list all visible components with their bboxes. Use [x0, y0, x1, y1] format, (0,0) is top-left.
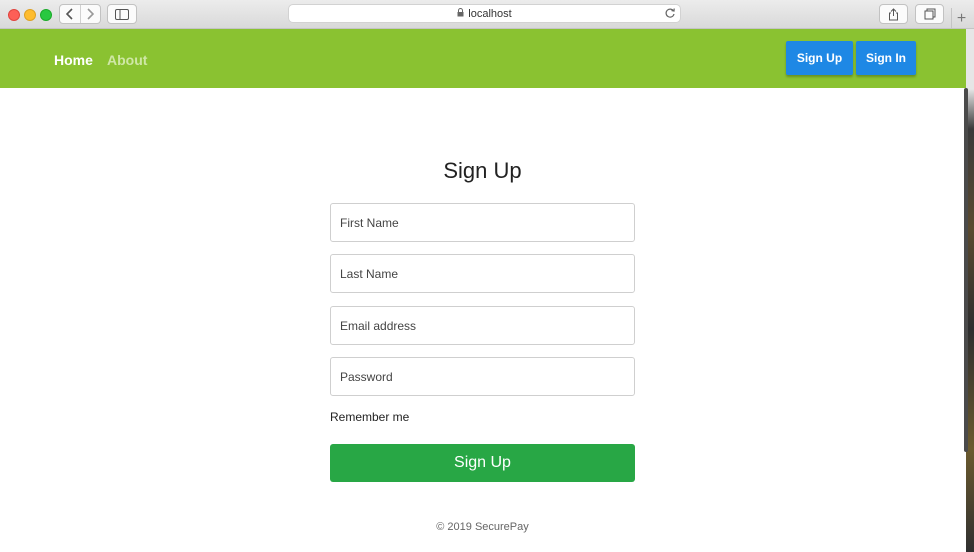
share-icon [889, 7, 898, 20]
sidebar-icon [115, 8, 129, 20]
first-name-field[interactable] [330, 203, 635, 242]
back-button[interactable] [60, 5, 80, 23]
minimize-window-icon[interactable] [24, 9, 36, 21]
site-navbar: Home About Sign Up Sign In [0, 29, 966, 88]
password-field[interactable] [330, 357, 635, 396]
forward-button[interactable] [79, 5, 101, 23]
url-text: localhost [468, 7, 512, 20]
email-field[interactable] [330, 306, 635, 345]
browser-titlebar: localhost + [0, 0, 974, 29]
address-bar[interactable]: localhost [288, 4, 681, 23]
nav-signin-button[interactable]: Sign In [856, 41, 916, 75]
close-window-icon[interactable] [8, 9, 20, 21]
chevron-left-icon [65, 8, 73, 20]
fullscreen-window-icon[interactable] [40, 9, 52, 21]
nav-signup-button[interactable]: Sign Up [786, 41, 853, 75]
sidebar-toggle-button[interactable] [107, 4, 137, 24]
signup-submit-button[interactable]: Sign Up [330, 444, 635, 482]
reload-icon[interactable] [664, 7, 676, 22]
tab-overview-button[interactable] [915, 4, 944, 24]
footer-copyright: © 2019 SecurePay [436, 521, 529, 533]
page-title: Sign Up [443, 158, 522, 183]
last-name-field[interactable] [330, 254, 635, 293]
lock-icon [457, 7, 464, 20]
chevron-right-icon [87, 8, 95, 20]
share-button[interactable] [879, 4, 908, 24]
scrollbar[interactable] [964, 88, 968, 452]
tabs-icon [924, 8, 935, 20]
remember-me-label[interactable]: Remember me [330, 410, 409, 424]
new-tab-plus-icon[interactable]: + [951, 8, 971, 29]
nav-link-about[interactable]: About [107, 52, 147, 68]
history-nav [59, 4, 101, 24]
nav-link-home[interactable]: Home [54, 52, 93, 68]
